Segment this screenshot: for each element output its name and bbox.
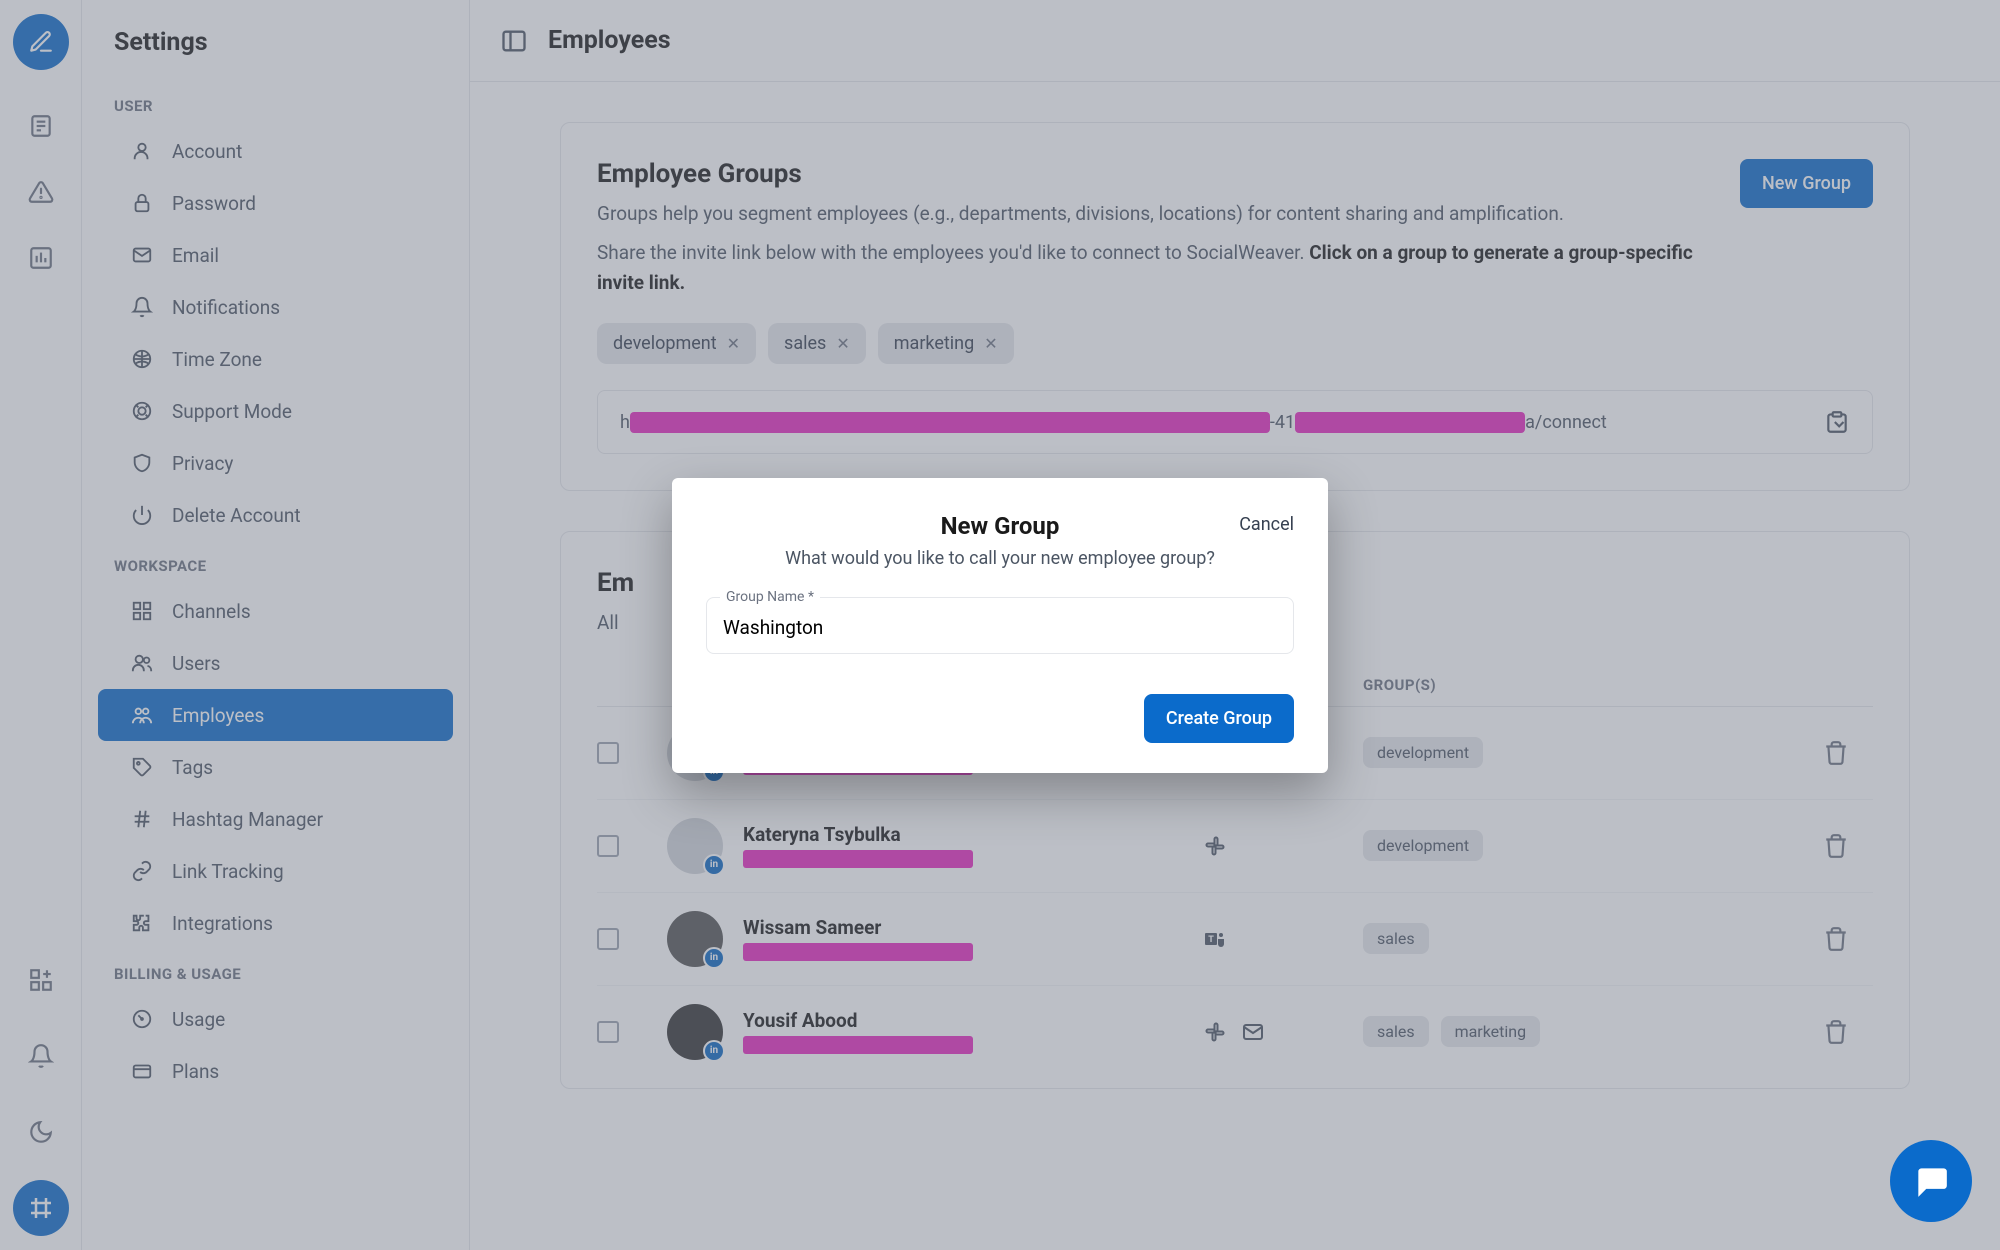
chat-fab[interactable] (1890, 1140, 1972, 1222)
cancel-button[interactable]: Cancel (1239, 514, 1294, 535)
modal-title: New Group (706, 512, 1294, 540)
chat-icon (1912, 1162, 1950, 1200)
group-name-field-wrap: Group Name * (706, 597, 1294, 654)
input-label: Group Name * (720, 589, 820, 605)
group-name-input[interactable] (706, 597, 1294, 654)
create-group-button[interactable]: Create Group (1144, 694, 1294, 743)
modal-subtitle: What would you like to call your new emp… (706, 548, 1294, 569)
new-group-modal: Cancel New Group What would you like to … (672, 478, 1328, 773)
modal-overlay[interactable]: Cancel New Group What would you like to … (0, 0, 2000, 1250)
